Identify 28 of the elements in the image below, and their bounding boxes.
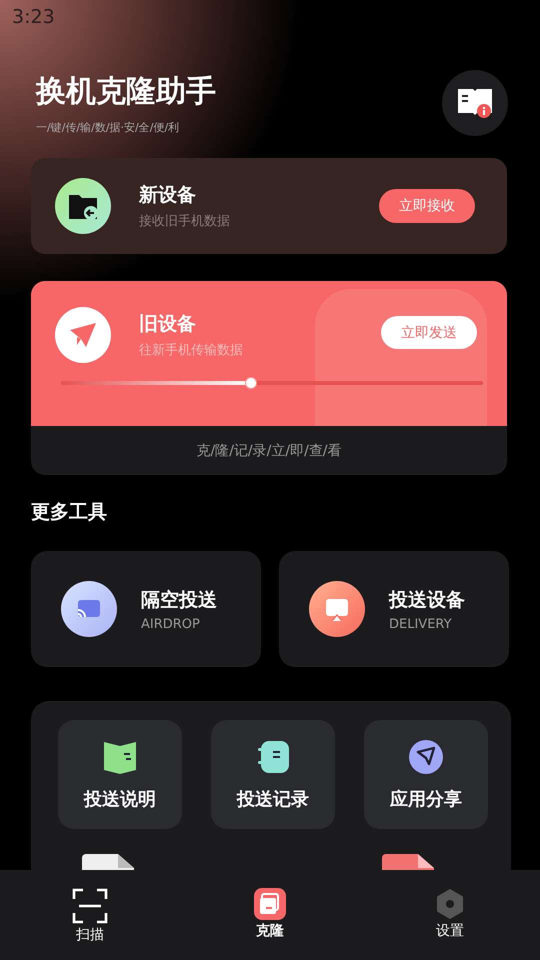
- card-title: 旧设备: [139, 312, 197, 337]
- tool-tile[interactable]: 投送说明: [58, 720, 182, 829]
- paper-plane-icon: [408, 738, 444, 774]
- notebook-icon: [255, 738, 291, 774]
- tool-subtitle: AIRDROP: [141, 616, 201, 632]
- copy-icon: [254, 888, 286, 920]
- settings-icon: [434, 888, 466, 920]
- tool-tile[interactable]: 应用分享: [364, 720, 488, 829]
- book-icon: [458, 87, 492, 119]
- status-time: 3:23: [12, 6, 55, 28]
- app-subtitle: 一/键/传/输/数/据·安/全/便/利: [36, 120, 180, 135]
- card-subtitle: 接收旧手机数据: [139, 213, 231, 230]
- nav-tab[interactable]: 克隆: [220, 888, 320, 940]
- nav-tab[interactable]: 设置: [400, 888, 500, 940]
- scan-icon: [72, 888, 108, 924]
- tool-subtitle: DELIVERY: [389, 616, 453, 632]
- tool-card[interactable]: 隔空投送 AIRDROP: [31, 551, 261, 667]
- tool-card[interactable]: 投送设备 DELIVERY: [279, 551, 509, 667]
- card-subtitle: 往新手机传输数据: [139, 342, 244, 359]
- section-heading: 更多工具: [31, 500, 108, 525]
- card-title: 新设备: [139, 183, 197, 208]
- tool-title: 投送设备: [389, 588, 466, 612]
- clone-history-link[interactable]: 克/隆/记/录/立/即/查/看: [196, 442, 342, 460]
- app-title: 换机克隆助手: [36, 73, 216, 111]
- tool-tile[interactable]: 投送记录: [211, 720, 335, 829]
- new-device-card[interactable]: 新设备 接收旧手机数据 立即接收: [31, 158, 507, 254]
- nav-tab[interactable]: 扫描: [40, 888, 140, 944]
- tool-title: 隔空投送: [141, 588, 218, 612]
